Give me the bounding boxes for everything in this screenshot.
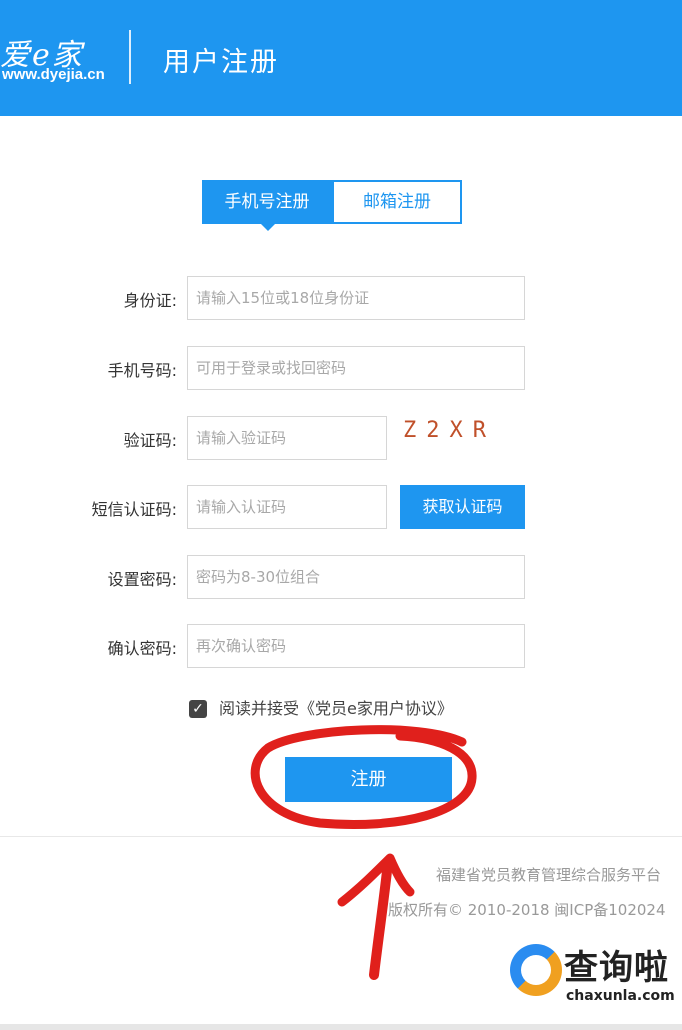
tab-email-register[interactable]: 邮箱注册 xyxy=(332,180,462,224)
annotation-arrow-shaft xyxy=(369,857,393,980)
captcha-input[interactable] xyxy=(187,416,387,460)
watermark: 查询啦 chaxunla.com xyxy=(510,940,680,1010)
logo-url: www.dyejia.cn xyxy=(2,66,105,83)
footer-org: 福建省党员教育管理综合服务平台 xyxy=(436,866,662,884)
confirm-password-label: 确认密码: xyxy=(107,639,177,658)
id-card-label: 身份证: xyxy=(123,291,177,310)
header-divider xyxy=(129,30,131,84)
agreement-checkbox[interactable]: ✓ xyxy=(189,700,207,718)
sms-code-input[interactable] xyxy=(187,485,387,529)
page-title: 用户注册 xyxy=(163,47,279,78)
sms-code-label: 短信认证码: xyxy=(91,500,177,519)
password-label: 设置密码: xyxy=(107,570,177,589)
agreement-text[interactable]: 阅读并接受《党员e家用户协议》 xyxy=(219,699,453,719)
watermark-search-icon xyxy=(510,944,562,996)
page-header: 爱e家 www.dyejia.cn 用户注册 xyxy=(0,0,682,116)
footer-copyright: 版权所有© 2010-2018 闽ICP备102024 xyxy=(388,901,666,919)
captcha-image[interactable]: Z2XR xyxy=(403,418,503,448)
register-button[interactable]: 注册 xyxy=(285,757,452,802)
phone-label: 手机号码: xyxy=(107,361,177,380)
captcha-label: 验证码: xyxy=(123,431,177,450)
footer-divider xyxy=(0,836,682,837)
get-sms-code-button[interactable]: 获取认证码 xyxy=(400,485,525,529)
password-input[interactable] xyxy=(187,555,525,599)
annotation-arrow-head xyxy=(337,853,415,907)
register-tabs: 手机号注册 邮箱注册 xyxy=(202,180,462,231)
confirm-password-input[interactable] xyxy=(187,624,525,668)
id-card-input[interactable] xyxy=(187,276,525,320)
watermark-url: chaxunla.com xyxy=(566,988,675,1004)
phone-input[interactable] xyxy=(187,346,525,390)
watermark-title: 查询啦 xyxy=(564,948,669,988)
bottom-bar xyxy=(0,1024,682,1030)
tab-phone-register[interactable]: 手机号注册 xyxy=(202,180,332,231)
site-logo[interactable]: 爱e家 www.dyejia.cn xyxy=(0,28,118,90)
